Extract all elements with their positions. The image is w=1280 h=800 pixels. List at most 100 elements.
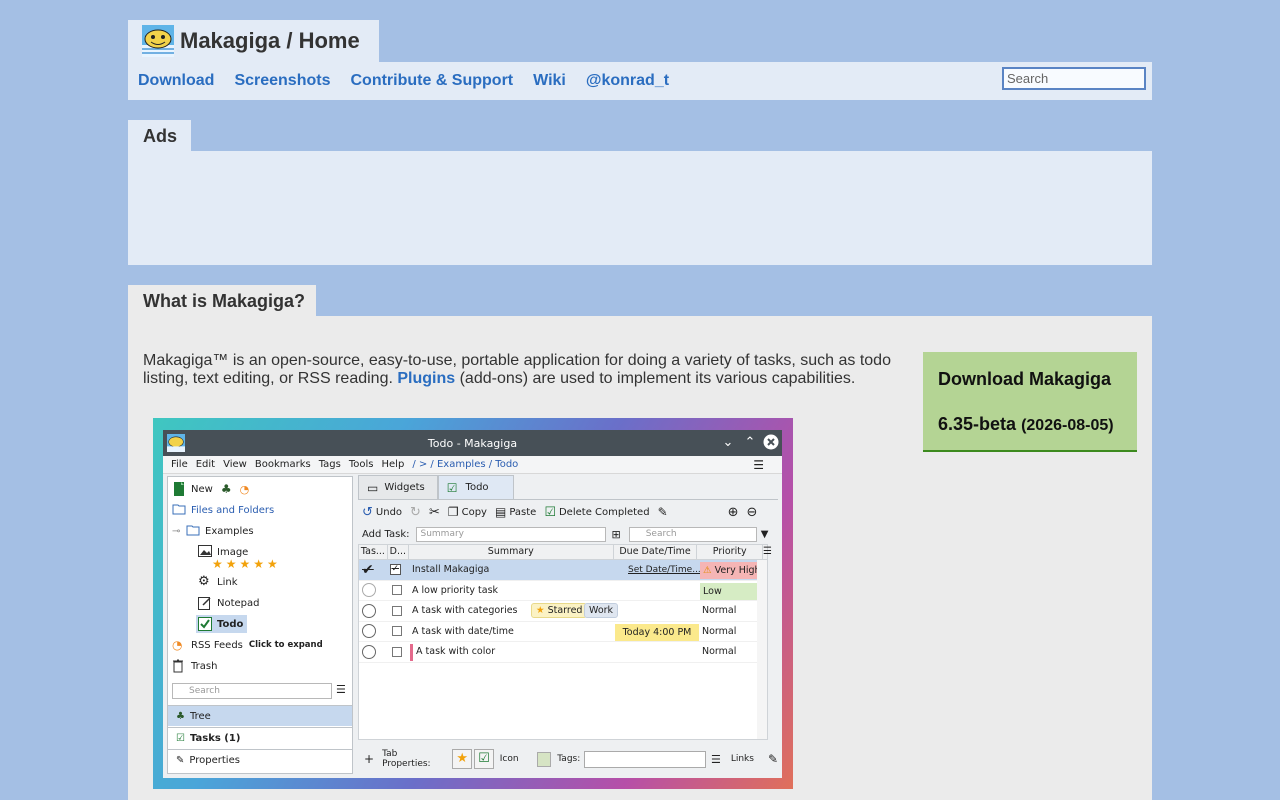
menu-tools[interactable]: Tools — [349, 459, 374, 470]
main-nav: Download Screenshots Contribute & Suppor… — [128, 62, 1152, 100]
left-tab-properties[interactable]: ✎ Properties — [168, 749, 352, 770]
zoom-out-icon[interactable]: ⊖ — [747, 505, 758, 520]
nav-screenshots[interactable]: Screenshots — [234, 72, 330, 90]
ads-area — [128, 151, 1152, 265]
done-checkbox[interactable] — [392, 626, 402, 637]
tab-todo[interactable]: ☑ Todo — [437, 475, 514, 499]
delete-completed-button[interactable]: ☑ Delete Completed — [544, 505, 649, 520]
set-date-link[interactable]: Set Date/Time... — [628, 565, 701, 575]
close-icon[interactable] — [762, 434, 780, 452]
add-icon[interactable]: ⊞ — [612, 528, 621, 541]
tags-input[interactable] — [584, 750, 706, 768]
right-pane: ▭ Widgets ☑ Todo ↺ Undo ↻ ✂ ❐ Copy ▤ Paste … — [358, 475, 778, 774]
task-status-icon[interactable] — [362, 644, 376, 659]
add-task-row: Add Task: Summary ⊞ Search ▼ — [358, 524, 778, 544]
zoom-in-icon[interactable]: ⊕ — [728, 505, 739, 520]
table-row[interactable]: A task with color Normal — [359, 642, 767, 663]
summary-input[interactable]: Summary — [415, 526, 606, 542]
menu-file[interactable]: File — [171, 459, 188, 470]
paste-button[interactable]: ▤ Paste — [495, 505, 536, 519]
edit-properties-icon[interactable]: ✎ — [768, 752, 778, 766]
left-pane: New ♣ ◔ Files and Folders ⊸ Examples Ima… — [167, 476, 353, 774]
task-status-icon[interactable] — [362, 583, 376, 598]
nav-wiki[interactable]: Wiki — [533, 72, 566, 90]
download-title: Download Makagiga — [938, 369, 1112, 389]
table-row[interactable]: A task with categories ★ Starred Work No… — [359, 601, 767, 622]
left-tab-tasks[interactable]: ☑ Tasks (1) — [168, 727, 352, 748]
tab-widgets-label: Widgets — [384, 482, 425, 493]
check-button-icon[interactable]: ☑ — [474, 749, 494, 769]
tree-files-folders[interactable]: Files and Folders — [172, 501, 274, 519]
makagiga-logo[interactable] — [142, 25, 174, 57]
table-row[interactable]: A low priority task Low — [359, 581, 767, 601]
ads-heading: Ads — [128, 120, 191, 152]
nav-contribute-support[interactable]: Contribute & Support — [350, 72, 513, 90]
menu-edit[interactable]: Edit — [196, 459, 215, 470]
tree-icon[interactable]: ♣ — [221, 482, 232, 496]
nav-twitter[interactable]: @konrad_t — [586, 72, 669, 90]
rating-stars[interactable]: ★★★★★ — [212, 557, 281, 571]
expander-icon[interactable]: ⊸ — [172, 526, 186, 537]
col-priority[interactable]: Priority — [697, 545, 764, 559]
table-row[interactable]: ✔ ✓ Install Makagiga Set Date/Time... ⚠ … — [359, 560, 767, 581]
menu-help[interactable]: Help — [382, 459, 405, 470]
done-checkbox[interactable] — [392, 646, 402, 657]
tag-starred[interactable]: ★ Starred — [531, 603, 588, 619]
undo-button[interactable]: ↺ Undo — [362, 505, 402, 520]
vertical-scrollbar[interactable] — [757, 560, 767, 739]
nav-download[interactable]: Download — [138, 72, 214, 90]
copy-button[interactable]: ❐ Copy — [448, 505, 487, 519]
left-menu-icon[interactable]: ☰ — [336, 683, 346, 696]
left-search-input[interactable]: Search — [172, 683, 332, 699]
done-checkbox[interactable] — [392, 585, 402, 596]
tag-work[interactable]: Work — [584, 603, 619, 619]
task-status-icon[interactable] — [362, 624, 376, 639]
task-search-input[interactable]: Search — [628, 526, 757, 542]
edit-icon[interactable]: ✎ — [658, 505, 668, 519]
filter-icon[interactable]: ▼ — [761, 529, 769, 540]
tree-trash[interactable]: Trash — [172, 657, 217, 675]
menu-view[interactable]: View — [223, 459, 247, 470]
star-button-icon[interactable]: ★ — [452, 749, 473, 769]
rss-icon[interactable]: ◔ — [240, 483, 250, 496]
menu-tags[interactable]: Tags — [319, 459, 341, 470]
color-marker — [410, 644, 413, 661]
table-row[interactable]: A task with date/time Today 4:00 PM Norm… — [359, 622, 767, 642]
column-menu-icon[interactable]: ☰ — [763, 545, 772, 559]
col-summary[interactable]: Summary — [409, 545, 614, 559]
tree-link[interactable]: ⚙ Link — [198, 573, 237, 591]
search-input[interactable] — [1002, 67, 1146, 90]
tree-rss-feeds[interactable]: ◔ RSS Feeds Click to expand — [172, 636, 323, 654]
done-circle-icon[interactable]: ✔ — [362, 562, 374, 578]
minimize-icon[interactable]: ⌄ — [719, 434, 737, 452]
tab-widgets[interactable]: ▭ Widgets — [358, 475, 438, 499]
plugins-link[interactable]: Plugins — [397, 370, 455, 387]
links-label[interactable]: Links — [731, 754, 754, 764]
col-task[interactable]: Tas... — [359, 545, 388, 559]
priority-very-high: ⚠ Very High — [700, 562, 765, 579]
tree-notepad[interactable]: Notepad — [198, 594, 260, 612]
menu-bookmarks[interactable]: Bookmarks — [255, 459, 311, 470]
done-checkbox[interactable]: ✓ — [389, 564, 401, 576]
hamburger-menu-icon[interactable]: ☰ — [753, 458, 764, 472]
left-tab-tree[interactable]: ♣ Tree — [168, 705, 352, 726]
add-tab-icon[interactable]: + — [364, 752, 374, 766]
tags-menu-icon[interactable]: ☰ — [711, 753, 721, 766]
col-due[interactable]: Due Date/Time — [614, 545, 698, 559]
tree-new[interactable]: New ♣ ◔ — [172, 480, 249, 498]
color-swatch[interactable] — [536, 751, 552, 767]
tree-todo[interactable]: Todo — [196, 615, 248, 633]
redo-icon[interactable]: ↻ — [410, 505, 421, 520]
maximize-icon[interactable]: ⌃ — [741, 434, 759, 452]
breadcrumb[interactable]: / > / Examples / Todo — [412, 459, 518, 470]
col-done[interactable]: D... — [388, 545, 409, 559]
star-icon: ★ — [536, 605, 545, 617]
tab-properties-label: Tab Properties: — [382, 749, 431, 769]
task-status-icon[interactable] — [362, 603, 376, 618]
cut-icon[interactable]: ✂ — [429, 505, 440, 520]
tree-todo-label: Todo — [217, 618, 244, 630]
done-checkbox[interactable] — [392, 605, 402, 616]
tree-examples[interactable]: ⊸ Examples — [172, 522, 254, 540]
download-box[interactable]: Download Makagiga 6.35-beta (2026-08-05) — [923, 352, 1137, 452]
tag-starred-label: Starred — [547, 605, 583, 617]
